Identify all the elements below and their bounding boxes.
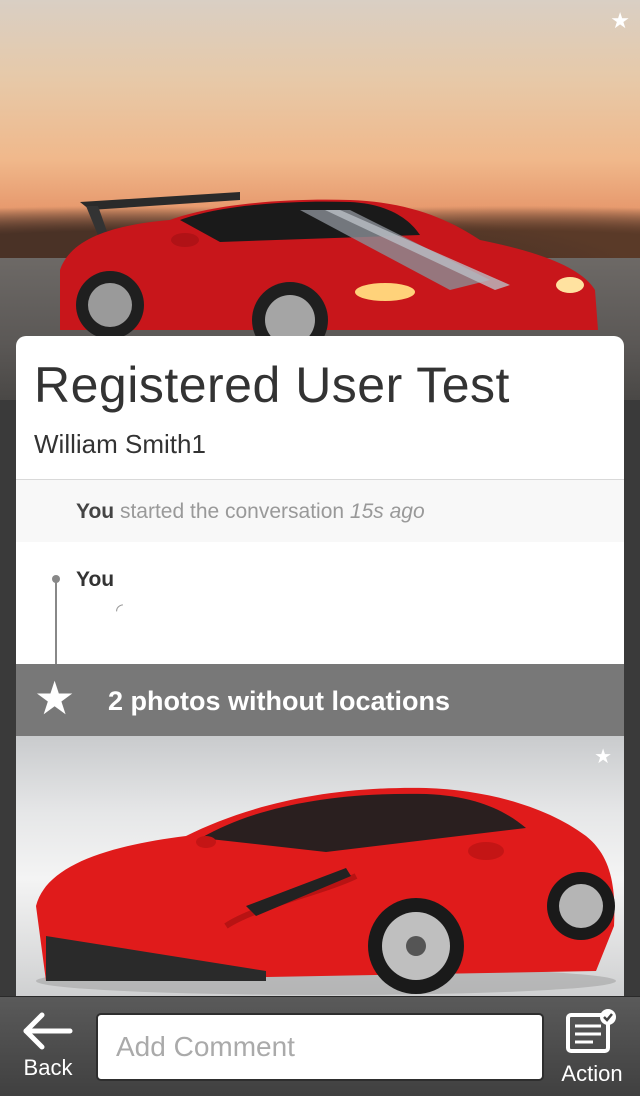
event-actor: You xyxy=(76,500,115,523)
photo-favorite-star-icon[interactable]: ★ xyxy=(594,744,612,769)
loading-spinner-icon: ◜ xyxy=(116,600,123,620)
conversation-card: Registered User Test William Smith1 You … xyxy=(16,336,624,996)
back-arrow-icon xyxy=(23,1012,73,1050)
action-label: Action xyxy=(561,1061,623,1086)
action-list-icon xyxy=(566,1009,616,1053)
comment-author: You xyxy=(76,568,115,591)
event-text: started the conversation xyxy=(114,500,350,523)
star-icon: ★ xyxy=(34,672,76,724)
favorite-star-icon[interactable]: ★ xyxy=(610,8,630,34)
photo-car-image xyxy=(36,787,616,995)
conversation-started-event: You started the conversation 15s ago xyxy=(16,480,624,542)
back-label: Back xyxy=(23,1055,73,1080)
participant-name: William Smith1 xyxy=(34,429,206,459)
bottom-toolbar: Back Action xyxy=(0,996,640,1096)
add-comment-input[interactable] xyxy=(96,1013,544,1081)
page-title: Registered User Test xyxy=(34,357,510,413)
back-button[interactable]: Back xyxy=(8,1007,88,1095)
hero-car-image xyxy=(60,192,598,350)
photos-without-locations-banner[interactable]: ★ 2 photos without locations xyxy=(16,664,624,736)
event-time: 15s ago xyxy=(349,500,425,523)
action-button[interactable]: Action xyxy=(552,1007,632,1095)
attached-photo[interactable]: ★ xyxy=(16,736,624,996)
timeline-line xyxy=(55,580,57,664)
photos-without-locations-label: 2 photos without locations xyxy=(108,686,450,716)
